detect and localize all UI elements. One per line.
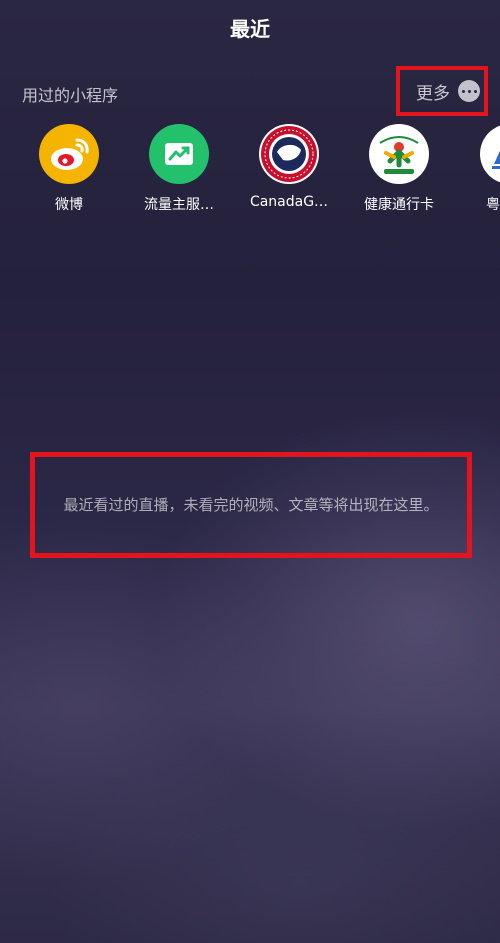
more-button[interactable]: 更多 — [396, 66, 488, 116]
empty-state-highlight: 最近看过的直播，未看完的视频、文章等将出现在这里。 — [30, 452, 472, 558]
mini-program-list: 微博 流量主服… CanadaG… 健康通行卡 粤 — [0, 124, 500, 224]
health-pass-icon — [369, 124, 429, 184]
mini-program-label: 微博 — [55, 197, 83, 213]
mini-program-canada-goose[interactable]: CanadaG… — [239, 124, 339, 210]
more-dots-icon — [458, 80, 480, 102]
weibo-icon — [39, 124, 99, 184]
mini-program-traffic-service[interactable]: 流量主服… — [129, 124, 229, 214]
mini-program-label: 健康通行卡 — [364, 197, 434, 213]
mini-program-health-pass[interactable]: 健康通行卡 — [349, 124, 449, 214]
mini-program-guangdong[interactable]: 粤 — [459, 124, 500, 214]
mini-program-label: CanadaG… — [249, 194, 329, 210]
page-title: 最近 — [230, 17, 270, 41]
canada-goose-badge-icon — [259, 124, 319, 184]
more-label: 更多 — [416, 83, 450, 104]
mini-program-label: 流量主服… — [144, 197, 214, 213]
section-label-mini-programs: 用过的小程序 — [22, 86, 119, 105]
mini-program-weibo[interactable]: 微博 — [19, 124, 119, 214]
empty-state-message: 最近看过的直播，未看完的视频、文章等将出现在这里。 — [63, 496, 439, 514]
trend-chart-icon — [149, 124, 209, 184]
mini-program-label: 粤 — [486, 197, 500, 213]
guangdong-app-icon — [480, 124, 500, 184]
